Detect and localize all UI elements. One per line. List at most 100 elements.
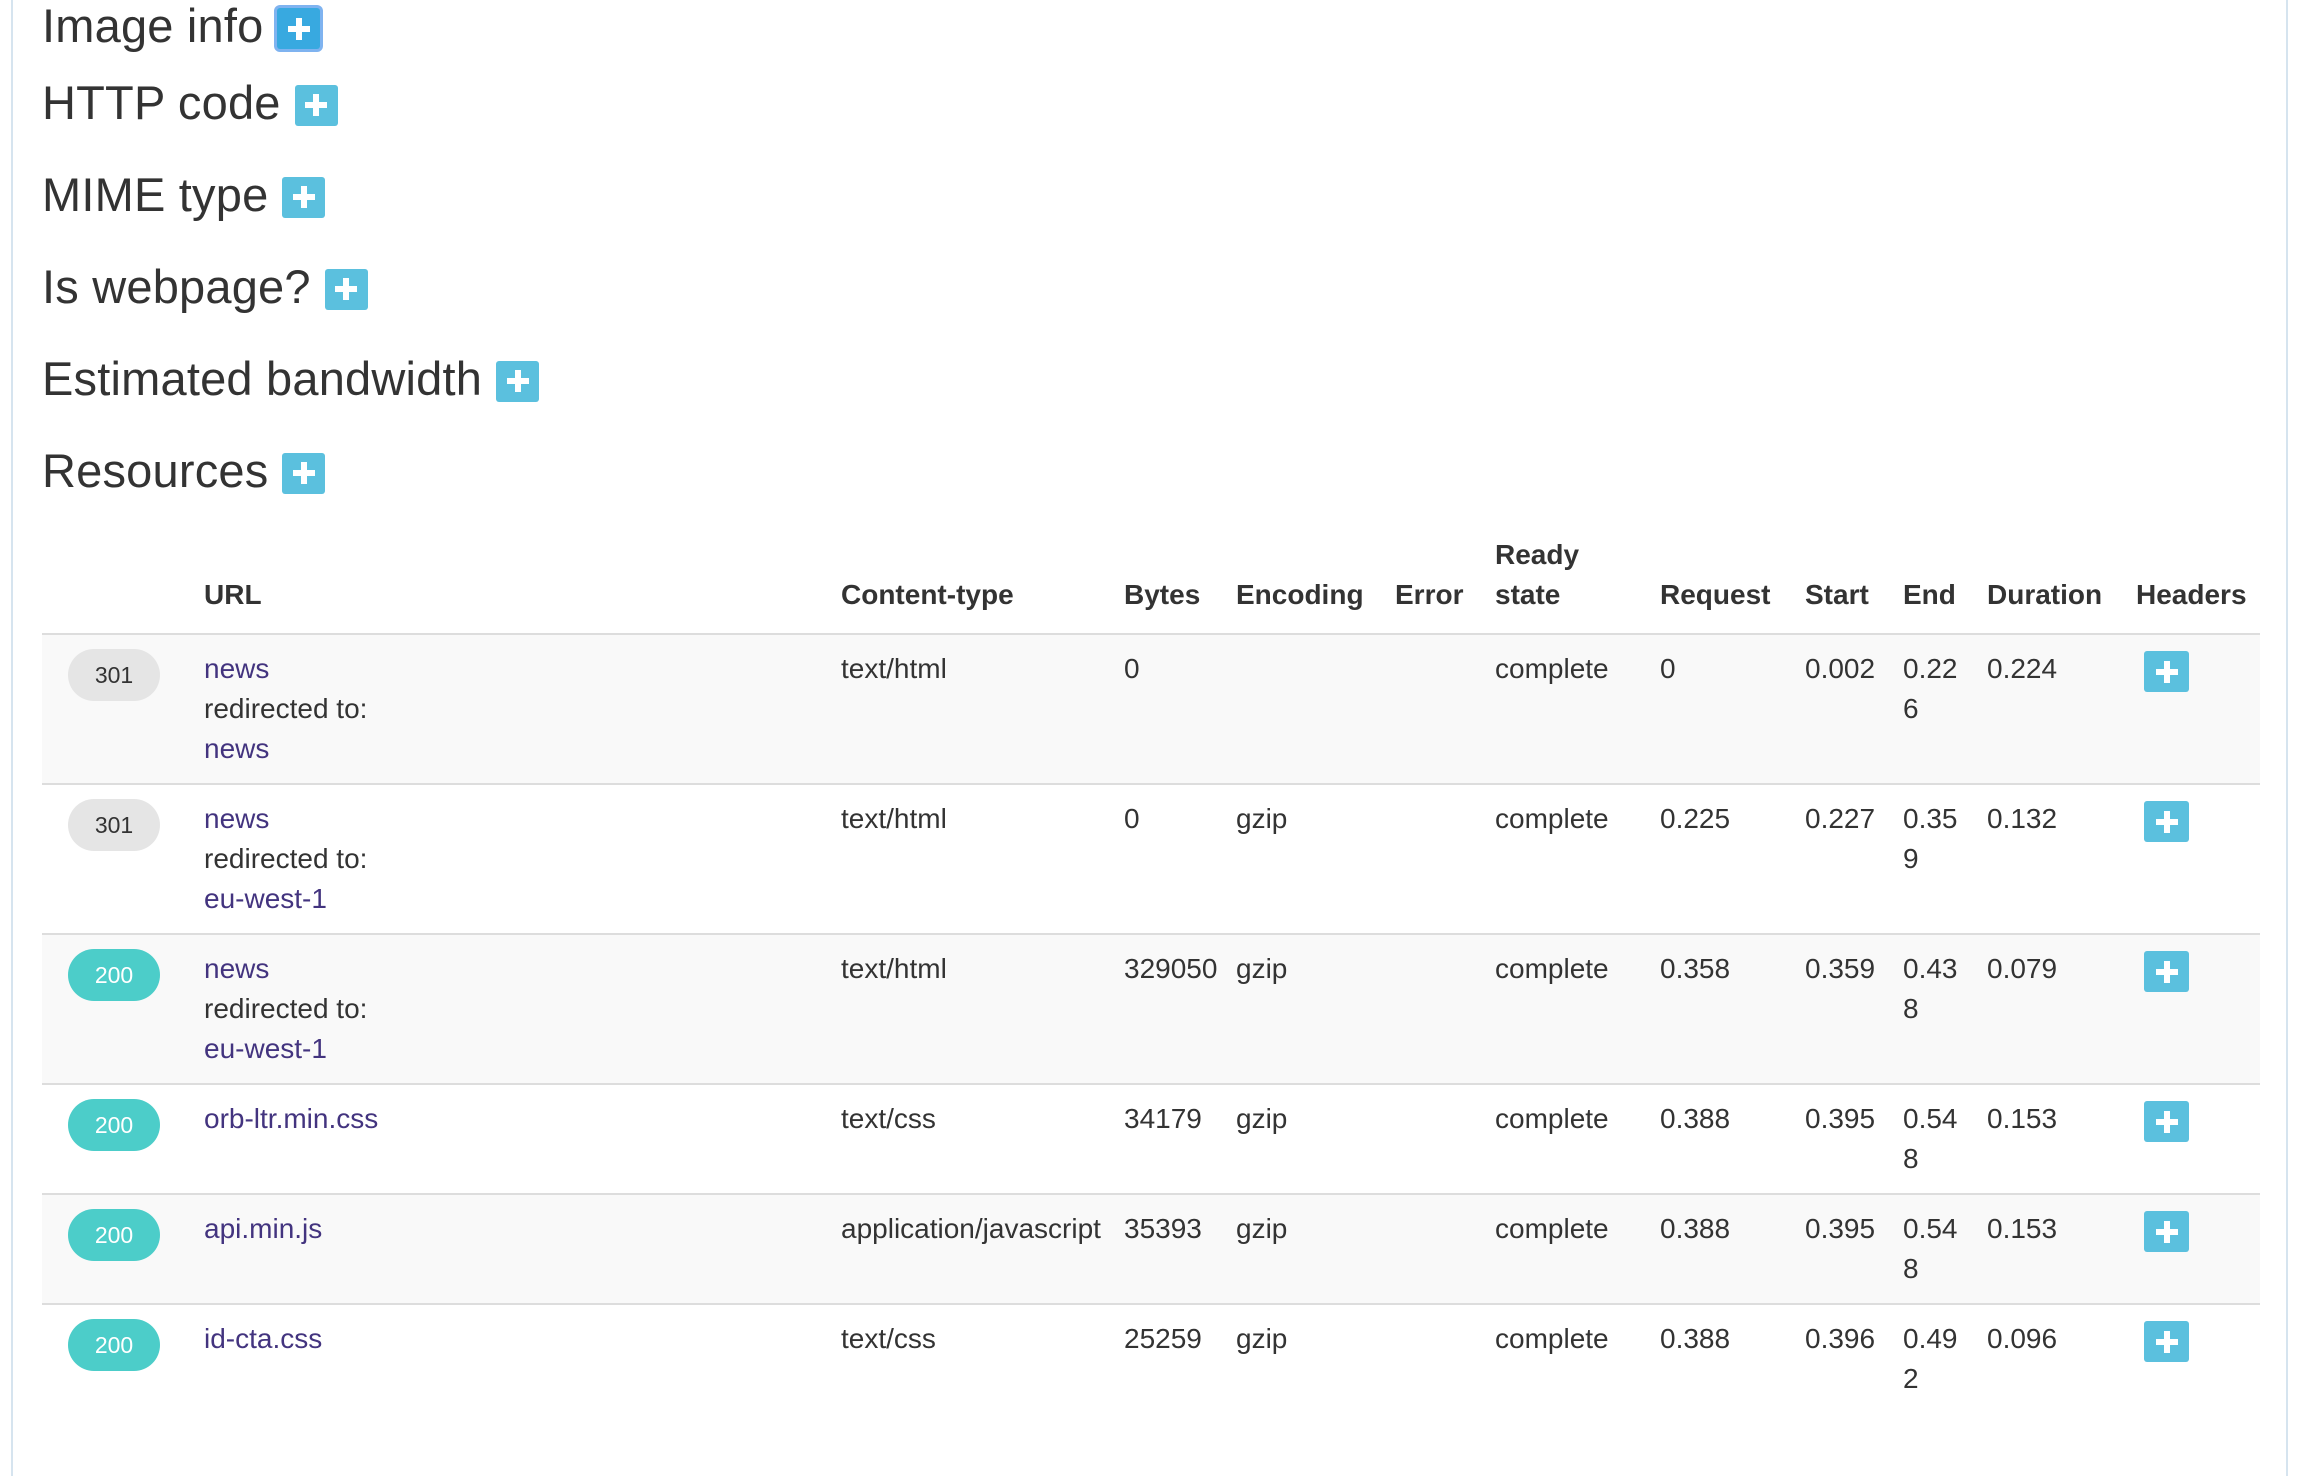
- duration-cell: 0.153: [1979, 1083, 2128, 1194]
- error-cell: [1387, 1303, 1487, 1413]
- col-header-url: URL: [196, 535, 833, 635]
- plus-icon: [2155, 1330, 2178, 1353]
- error-cell: [1387, 1193, 1487, 1304]
- expand-is-webpage-button[interactable]: [324, 268, 368, 310]
- expand-headers-button[interactable]: [2144, 1321, 2189, 1362]
- start-cell: 0.396: [1797, 1303, 1895, 1413]
- bytes-cell: 0: [1116, 634, 1228, 784]
- request-cell: 0.225: [1652, 783, 1797, 934]
- table-row: 200 id-cta.css text/css 25259 gzip complete 0.…: [42, 1303, 2260, 1413]
- expand-mime-type-button[interactable]: [282, 176, 326, 218]
- end-cell: 0.548: [1895, 1083, 1979, 1194]
- url-cell: orb-ltr.min.css: [196, 1083, 833, 1194]
- request-cell: 0.388: [1652, 1193, 1797, 1304]
- col-header-ready-state: Ready state: [1487, 535, 1652, 635]
- ready-state-cell: complete: [1487, 933, 1652, 1084]
- headers-cell: [2128, 1083, 2260, 1194]
- headers-cell: [2128, 1303, 2260, 1413]
- col-header-request: Request: [1652, 535, 1797, 635]
- status-code-cell: 301: [42, 634, 196, 784]
- ready-state-cell: complete: [1487, 1083, 1652, 1194]
- content-type-cell: text/html: [833, 783, 1116, 934]
- redirect-target-link[interactable]: eu-west-1: [204, 883, 327, 914]
- section-heading-image-info: Image info: [42, 0, 2260, 56]
- start-cell: 0.395: [1797, 1193, 1895, 1304]
- col-header-content-type: Content-type: [833, 535, 1116, 635]
- expand-image-info-button[interactable]: [277, 8, 321, 49]
- report-content: Image info HTTP code MIME type Is webpage? E…: [42, 0, 2260, 1413]
- section-title: MIME type: [42, 167, 269, 221]
- resource-url-link[interactable]: news: [204, 953, 269, 984]
- plus-icon: [2155, 1110, 2178, 1133]
- status-badge: 200: [68, 1099, 160, 1151]
- expand-estimated-bandwidth-button[interactable]: [496, 360, 540, 402]
- error-cell: [1387, 1083, 1487, 1194]
- resource-url-link[interactable]: api.min.js: [204, 1213, 322, 1244]
- expand-http-code-button[interactable]: [294, 84, 338, 126]
- start-cell: 0.227: [1797, 783, 1895, 934]
- status-code-cell: 200: [42, 933, 196, 1084]
- url-cell: api.min.js: [196, 1193, 833, 1304]
- ready-state-line2: state: [1495, 579, 1561, 610]
- redirect-target-link[interactable]: news: [204, 733, 269, 764]
- end-cell: 0.548: [1895, 1193, 1979, 1304]
- start-cell: 0.395: [1797, 1083, 1895, 1194]
- col-header-error: Error: [1387, 535, 1487, 635]
- expand-headers-button[interactable]: [2144, 801, 2189, 842]
- end-cell: 0.492: [1895, 1303, 1979, 1413]
- ready-state-cell: complete: [1487, 634, 1652, 784]
- ready-state-cell: complete: [1487, 1193, 1652, 1304]
- redirect-target-link[interactable]: eu-west-1: [204, 1033, 327, 1064]
- bytes-cell: 0: [1116, 783, 1228, 934]
- section-list: Image info HTTP code MIME type Is webpage? E…: [42, 0, 2260, 516]
- col-header-headers: Headers: [2128, 535, 2260, 635]
- resource-url-link[interactable]: id-cta.css: [204, 1323, 322, 1354]
- error-cell: [1387, 783, 1487, 934]
- expand-headers-button[interactable]: [2144, 1101, 2189, 1142]
- table-header: URL Content-type Bytes Encoding Error Re…: [42, 535, 2260, 635]
- request-cell: 0.388: [1652, 1303, 1797, 1413]
- error-cell: [1387, 933, 1487, 1084]
- duration-cell: 0.224: [1979, 634, 2128, 784]
- content-type-cell: text/css: [833, 1083, 1116, 1194]
- table-row: 301 news redirected to: news text/html 0 compl…: [42, 634, 2260, 784]
- resource-url-link[interactable]: orb-ltr.min.css: [204, 1103, 378, 1134]
- status-badge: 200: [68, 949, 160, 1001]
- redirect-label: redirected to:: [204, 693, 368, 724]
- expand-headers-button[interactable]: [2144, 1211, 2189, 1252]
- bytes-cell: 25259: [1116, 1303, 1228, 1413]
- expand-headers-button[interactable]: [2144, 651, 2189, 692]
- ready-state-cell: complete: [1487, 1303, 1652, 1413]
- url-cell: id-cta.css: [196, 1303, 833, 1413]
- headers-cell: [2128, 783, 2260, 934]
- col-header-duration: Duration: [1979, 535, 2128, 635]
- resource-url-link[interactable]: news: [204, 653, 269, 684]
- plus-icon: [335, 278, 358, 300]
- headers-cell: [2128, 933, 2260, 1084]
- bytes-cell: 35393: [1116, 1193, 1228, 1304]
- redirect-label: redirected to:: [204, 993, 368, 1024]
- section-heading-http-code: HTTP code: [42, 56, 2260, 148]
- error-cell: [1387, 634, 1487, 784]
- status-code-cell: 200: [42, 1193, 196, 1304]
- end-cell: 0.438: [1895, 933, 1979, 1084]
- duration-cell: 0.096: [1979, 1303, 2128, 1413]
- status-badge: 301: [68, 649, 160, 701]
- status-code-cell: 200: [42, 1083, 196, 1194]
- table-row: 200 api.min.js application/javascript 35393…: [42, 1193, 2260, 1304]
- resources-table: URL Content-type Bytes Encoding Error Re…: [42, 535, 2260, 1413]
- plus-icon: [2155, 1220, 2178, 1243]
- section-title: HTTP code: [42, 75, 281, 129]
- expand-headers-button[interactable]: [2144, 951, 2189, 992]
- expand-resources-button[interactable]: [282, 452, 326, 494]
- duration-cell: 0.153: [1979, 1193, 2128, 1304]
- section-title: Image info: [42, 0, 264, 52]
- plus-icon: [2155, 810, 2178, 833]
- header-row: URL Content-type Bytes Encoding Error Re…: [42, 535, 2260, 635]
- resource-url-link[interactable]: news: [204, 803, 269, 834]
- content-type-cell: text/html: [833, 933, 1116, 1084]
- table-row: 301 news redirected to: eu-west-1 text/html 0…: [42, 783, 2260, 934]
- encoding-cell: gzip: [1228, 1303, 1387, 1413]
- content-type-cell: text/css: [833, 1303, 1116, 1413]
- encoding-cell: gzip: [1228, 1193, 1387, 1304]
